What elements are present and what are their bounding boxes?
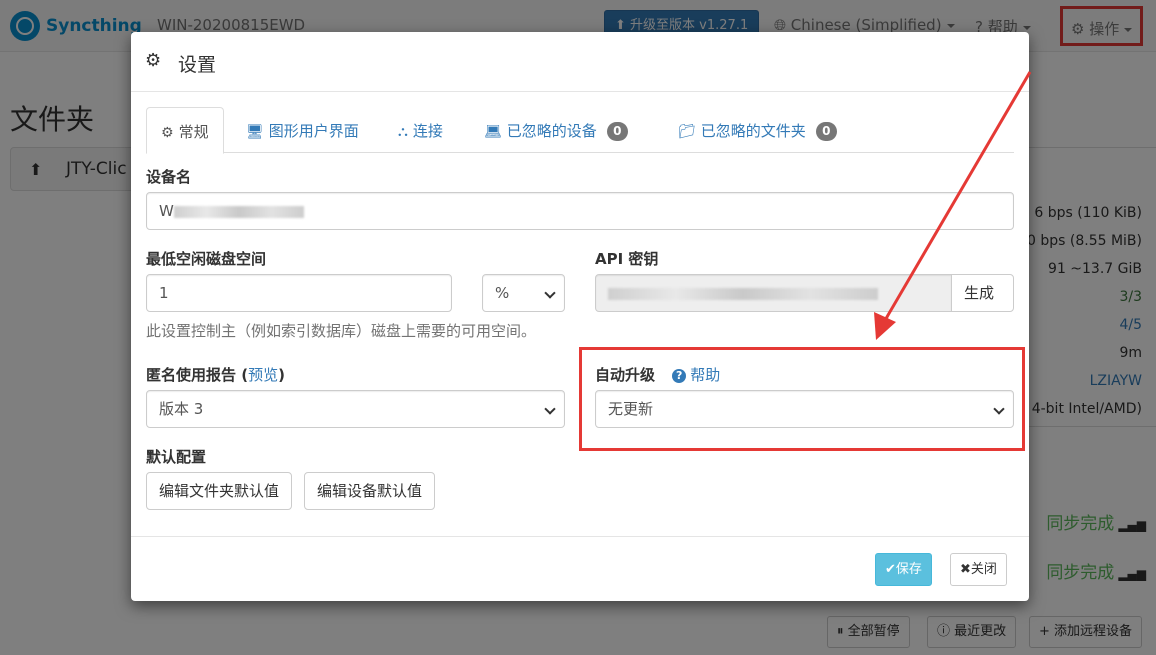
device-name-input[interactable]: W [146,192,1014,230]
auto-upgrade-text: 自动升级 [595,366,656,384]
tab-connections[interactable]: ⛬ 连接 [384,107,457,153]
usage-report-select[interactable]: 版本 3 [146,390,565,428]
auto-upgrade-select[interactable]: 无更新 [595,390,1014,428]
device-name-label: 设备名 [146,168,192,186]
sitemap-icon: ⛬ [398,124,408,140]
min-disk-input[interactable]: 1 [146,274,452,312]
generate-api-key-button[interactable]: 生成 [951,274,1014,312]
tab-label: 常规 [178,123,209,141]
auto-upgrade-value: 无更新 [608,400,654,418]
edit-device-defaults-button[interactable]: 编辑设备默认值 [304,472,436,510]
gear-icon: ⚙ [161,125,174,141]
check-icon: ✔ [885,562,896,577]
ignored-devices-badge: 0 [606,122,628,141]
save-button[interactable]: ✔保存 [875,553,932,586]
redacted-blur [173,205,304,218]
folder-icon: 📁︎ [678,124,696,140]
api-key-input[interactable] [595,274,952,312]
close-label: 关闭 [970,562,997,577]
chevron-down-icon [544,287,556,299]
gear-icon: ⚙ [145,50,162,71]
laptop-icon: 💻︎ [484,124,502,140]
tab-general[interactable]: ⚙ 常规 [146,107,224,154]
tab-label: 连接 [412,122,443,140]
save-label: 保存 [895,562,922,577]
ignored-folders-badge: 0 [815,122,837,141]
api-key-label: API 密钥 [595,250,659,268]
help-link-label: 帮助 [690,366,721,384]
tab-label: 已忽略的文件夹 [700,122,806,140]
tab-gui[interactable]: 🖥︎ 图形用户界面 [232,107,373,153]
auto-upgrade-label: 自动升级 ? 帮助 [595,364,720,385]
settings-modal: ⚙ 设置 ⚙ 常规 🖥︎ 图形用户界面 ⛬ 连接 💻︎ 已忽略的设备 0 📁︎ 已忽略的文件… [131,32,1029,601]
modal-title: 设置 [178,54,217,76]
modal-header: ⚙ 设置 [131,32,1029,92]
tab-label: 图形用户界面 [268,122,359,140]
tab-label: 已忽略的设备 [506,122,597,140]
min-disk-label: 最低空闲磁盘空间 [146,250,267,268]
modal-footer: ✔保存 ✖关闭 [131,536,1029,601]
redacted-blur [608,287,878,300]
tab-ignored-folders[interactable]: 📁︎ 已忽略的文件夹 0 [664,107,851,153]
unit-value: % [495,284,510,302]
auto-upgrade-help-link[interactable]: ? 帮助 [672,366,720,384]
chevron-down-icon [993,403,1005,415]
settings-tabs: ⚙ 常规 🖥︎ 图形用户界面 ⛬ 连接 💻︎ 已忽略的设备 0 📁︎ 已忽略的文件夹 0 [146,107,1014,154]
min-disk-help: 此设置控制主（例如索引数据库）磁盘上需要的可用空间。 [146,322,537,340]
min-disk-unit-select[interactable]: % [482,274,565,312]
preview-link[interactable]: 预览 [248,366,278,384]
monitor-icon: 🖥︎ [246,124,264,140]
close-button[interactable]: ✖关闭 [950,553,1007,586]
usage-report-value: 版本 3 [159,400,204,418]
usage-report-label: 匿名使用报告 (预览) [146,366,285,384]
chevron-down-icon [544,403,556,415]
device-name-value: W [159,202,174,220]
tab-ignored-devices[interactable]: 💻︎ 已忽略的设备 0 [470,107,642,153]
question-circle-icon: ? [672,368,687,383]
close-icon: ✖ [960,562,971,577]
edit-folder-defaults-button[interactable]: 编辑文件夹默认值 [146,472,293,510]
usage-report-text: 匿名使用报告 [146,366,237,384]
default-config-label: 默认配置 [146,448,207,466]
